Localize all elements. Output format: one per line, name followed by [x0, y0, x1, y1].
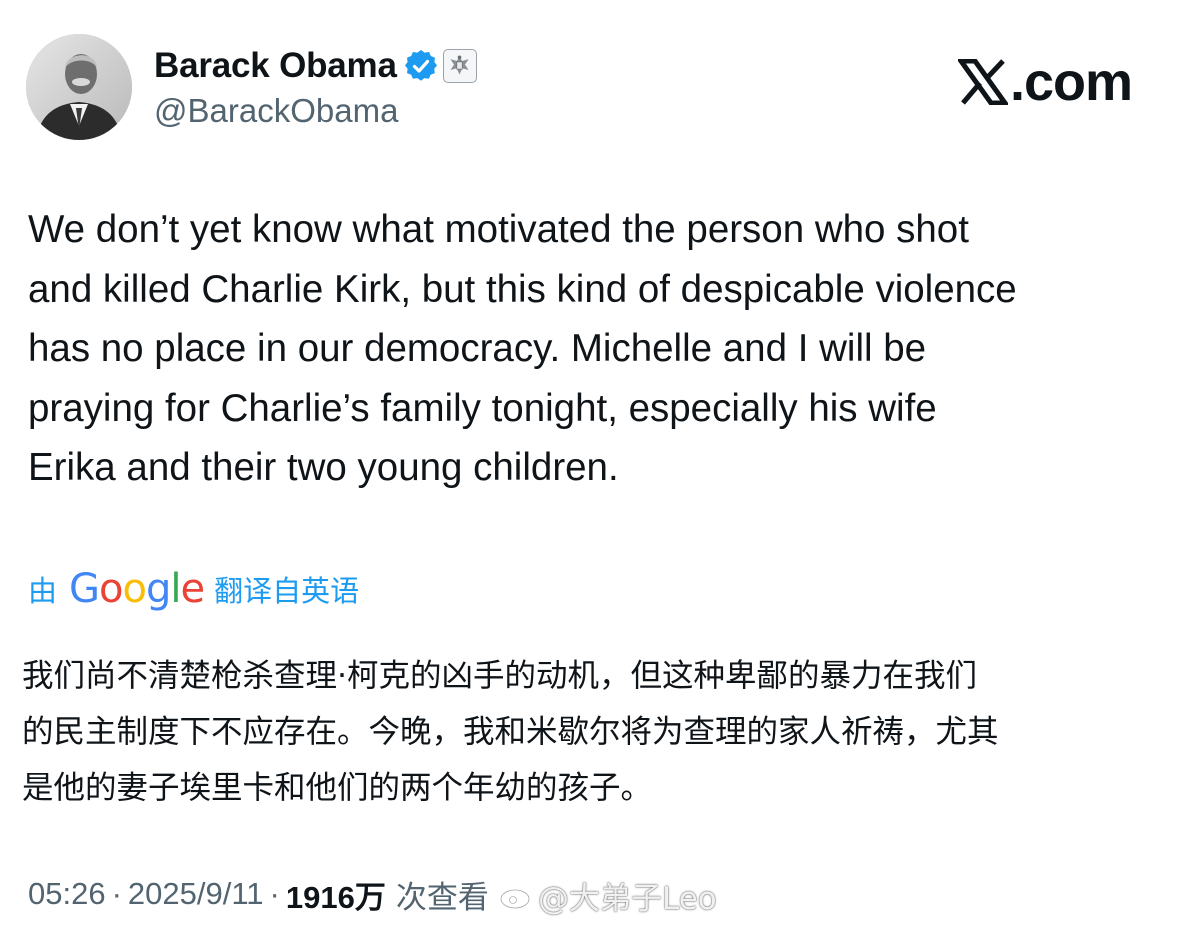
meta-separator: ·	[111, 876, 122, 911]
translated-body-text: 我们尚不清楚枪杀查理·柯克的凶手的动机，但这种卑鄙的暴力在我们 的民主制度下不应…	[22, 658, 999, 806]
meta-separator: ·	[269, 876, 280, 911]
x-logo-icon	[956, 58, 1010, 106]
views-label: 次查看	[395, 879, 489, 915]
author-display-name[interactable]: Barack Obama	[154, 46, 397, 86]
tweet-date[interactable]: 2025/9/11	[128, 876, 264, 912]
author-name-row: Barack Obama	[154, 44, 477, 88]
profile-photo	[26, 34, 132, 140]
author-avatar[interactable]	[26, 34, 132, 140]
government-seal-icon	[442, 49, 477, 83]
google-logo: Google	[69, 566, 205, 612]
tweet-body-text: We don’t yet know what motivated the per…	[28, 208, 1017, 489]
xcom-domain-text: .com	[1009, 52, 1133, 112]
weibo-icon	[498, 879, 536, 911]
tweet-metadata: 05:26 · 2025/9/11 · 1916万 次查看	[28, 866, 489, 922]
translation-suffix[interactable]: 翻译自英语	[214, 568, 359, 610]
translation-attribution[interactable]: 由 Google 翻译自英语	[28, 566, 359, 612]
author-handle[interactable]: @BarackObama	[154, 92, 398, 130]
xcom-brand: .com	[956, 52, 1133, 112]
translation-prefix: 由	[28, 576, 58, 608]
tweet-header: Barack Obama @BarackObama .com	[26, 34, 1156, 144]
verified-badge-icon	[404, 49, 437, 82]
weibo-watermark: @大弟子Leo	[498, 870, 717, 920]
tweet-time[interactable]: 05:26	[28, 876, 106, 912]
views-count[interactable]: 1916万	[286, 872, 386, 917]
watermark-text: @大弟子Leo	[538, 880, 717, 917]
